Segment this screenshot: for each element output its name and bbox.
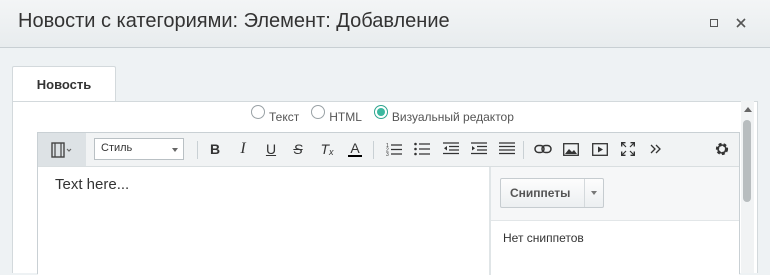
window-titlebar: Новости с категориями: Элемент: Добавлен… (0, 0, 770, 48)
video-icon (592, 142, 608, 156)
editor-text: Text here... (55, 176, 130, 193)
style-select-value: Стиль (101, 142, 133, 154)
toolbar-divider (523, 141, 524, 159)
mode-visual-label: Визуальный редактор (391, 110, 514, 124)
more-icon (650, 144, 661, 154)
dialog-content: Новость Текст HTML Визуальный редактор С… (0, 49, 770, 275)
unordered-list-icon (414, 142, 430, 156)
close-button[interactable] (732, 14, 750, 32)
editor-content-area[interactable]: Text here... (38, 167, 489, 275)
mode-visual-radio[interactable] (373, 105, 388, 119)
mode-html-radio[interactable] (311, 105, 326, 119)
indent-icon (471, 142, 487, 155)
fullscreen-icon (621, 142, 635, 156)
unordered-list-button[interactable] (411, 138, 433, 160)
remove-format-button[interactable]: Tx (316, 138, 338, 160)
align-button[interactable] (496, 138, 518, 160)
image-button[interactable] (560, 138, 582, 160)
mode-visual[interactable]: Визуальный редактор (373, 105, 514, 124)
snippets-panel: Сниппеты Нет сниппетов (489, 167, 739, 275)
close-icon (736, 18, 746, 28)
source-toggle-button[interactable] (38, 133, 86, 166)
snippets-button-label: Сниппеты (510, 186, 571, 200)
video-button[interactable] (589, 138, 611, 160)
editor-mode-switch: Текст HTML Визуальный редактор (251, 105, 526, 127)
more-button[interactable] (645, 138, 667, 160)
strikethrough-button[interactable]: S (287, 138, 309, 160)
link-button[interactable] (532, 138, 554, 160)
editor-toolbar: Стиль B I U S Tx A 1 2 3 (38, 133, 739, 167)
maximize-icon (710, 19, 718, 27)
scroll-up-icon[interactable] (744, 107, 752, 112)
vertical-scrollbar[interactable] (741, 101, 754, 273)
align-icon (499, 142, 515, 155)
ordered-list-icon: 1 2 3 (386, 143, 402, 156)
snippets-button-divider (584, 179, 585, 207)
svg-text:3: 3 (386, 152, 389, 156)
indent-button[interactable] (468, 138, 490, 160)
scrollbar-thumb[interactable] (743, 120, 751, 202)
style-select[interactable]: Стиль (94, 138, 184, 160)
font-color-icon: A (350, 140, 360, 156)
fullscreen-button[interactable] (617, 138, 639, 160)
toolbar-divider (197, 141, 198, 159)
font-color-button[interactable]: A (344, 138, 366, 160)
mode-text[interactable]: Текст (251, 105, 300, 124)
outdent-icon (443, 142, 459, 155)
snippets-button[interactable]: Сниппеты (500, 178, 604, 208)
mode-text-radio[interactable] (251, 105, 265, 119)
remove-format-icon: T (320, 141, 330, 157)
underline-button[interactable]: U (260, 138, 282, 160)
chevron-down-icon[interactable] (591, 191, 597, 195)
snippets-header: Сниппеты (491, 167, 739, 221)
chevron-down-icon (172, 148, 178, 152)
maximize-button[interactable] (705, 14, 723, 32)
mode-html[interactable]: HTML (311, 105, 362, 124)
image-icon (563, 142, 579, 156)
tab-panel: Текст HTML Визуальный редактор Стиль B I… (12, 101, 758, 275)
visual-editor: Стиль B I U S Tx A 1 2 3 Text here... Сн… (37, 132, 740, 275)
settings-button[interactable] (711, 138, 733, 160)
ordered-list-button[interactable]: 1 2 3 (383, 138, 405, 160)
italic-button[interactable]: I (232, 138, 254, 160)
settings-icon (715, 142, 729, 156)
window-title: Новости с категориями: Элемент: Добавлен… (18, 10, 450, 32)
mode-html-label: HTML (329, 110, 362, 124)
mode-text-label: Текст (269, 110, 300, 124)
bold-button[interactable]: B (204, 138, 226, 160)
snippets-empty-text: Нет сниппетов (503, 231, 584, 245)
link-icon (534, 144, 552, 154)
source-toggle-icon (51, 141, 72, 158)
outdent-button[interactable] (440, 138, 462, 160)
toolbar-divider (373, 141, 374, 159)
tab-news[interactable]: Новость (12, 66, 116, 102)
